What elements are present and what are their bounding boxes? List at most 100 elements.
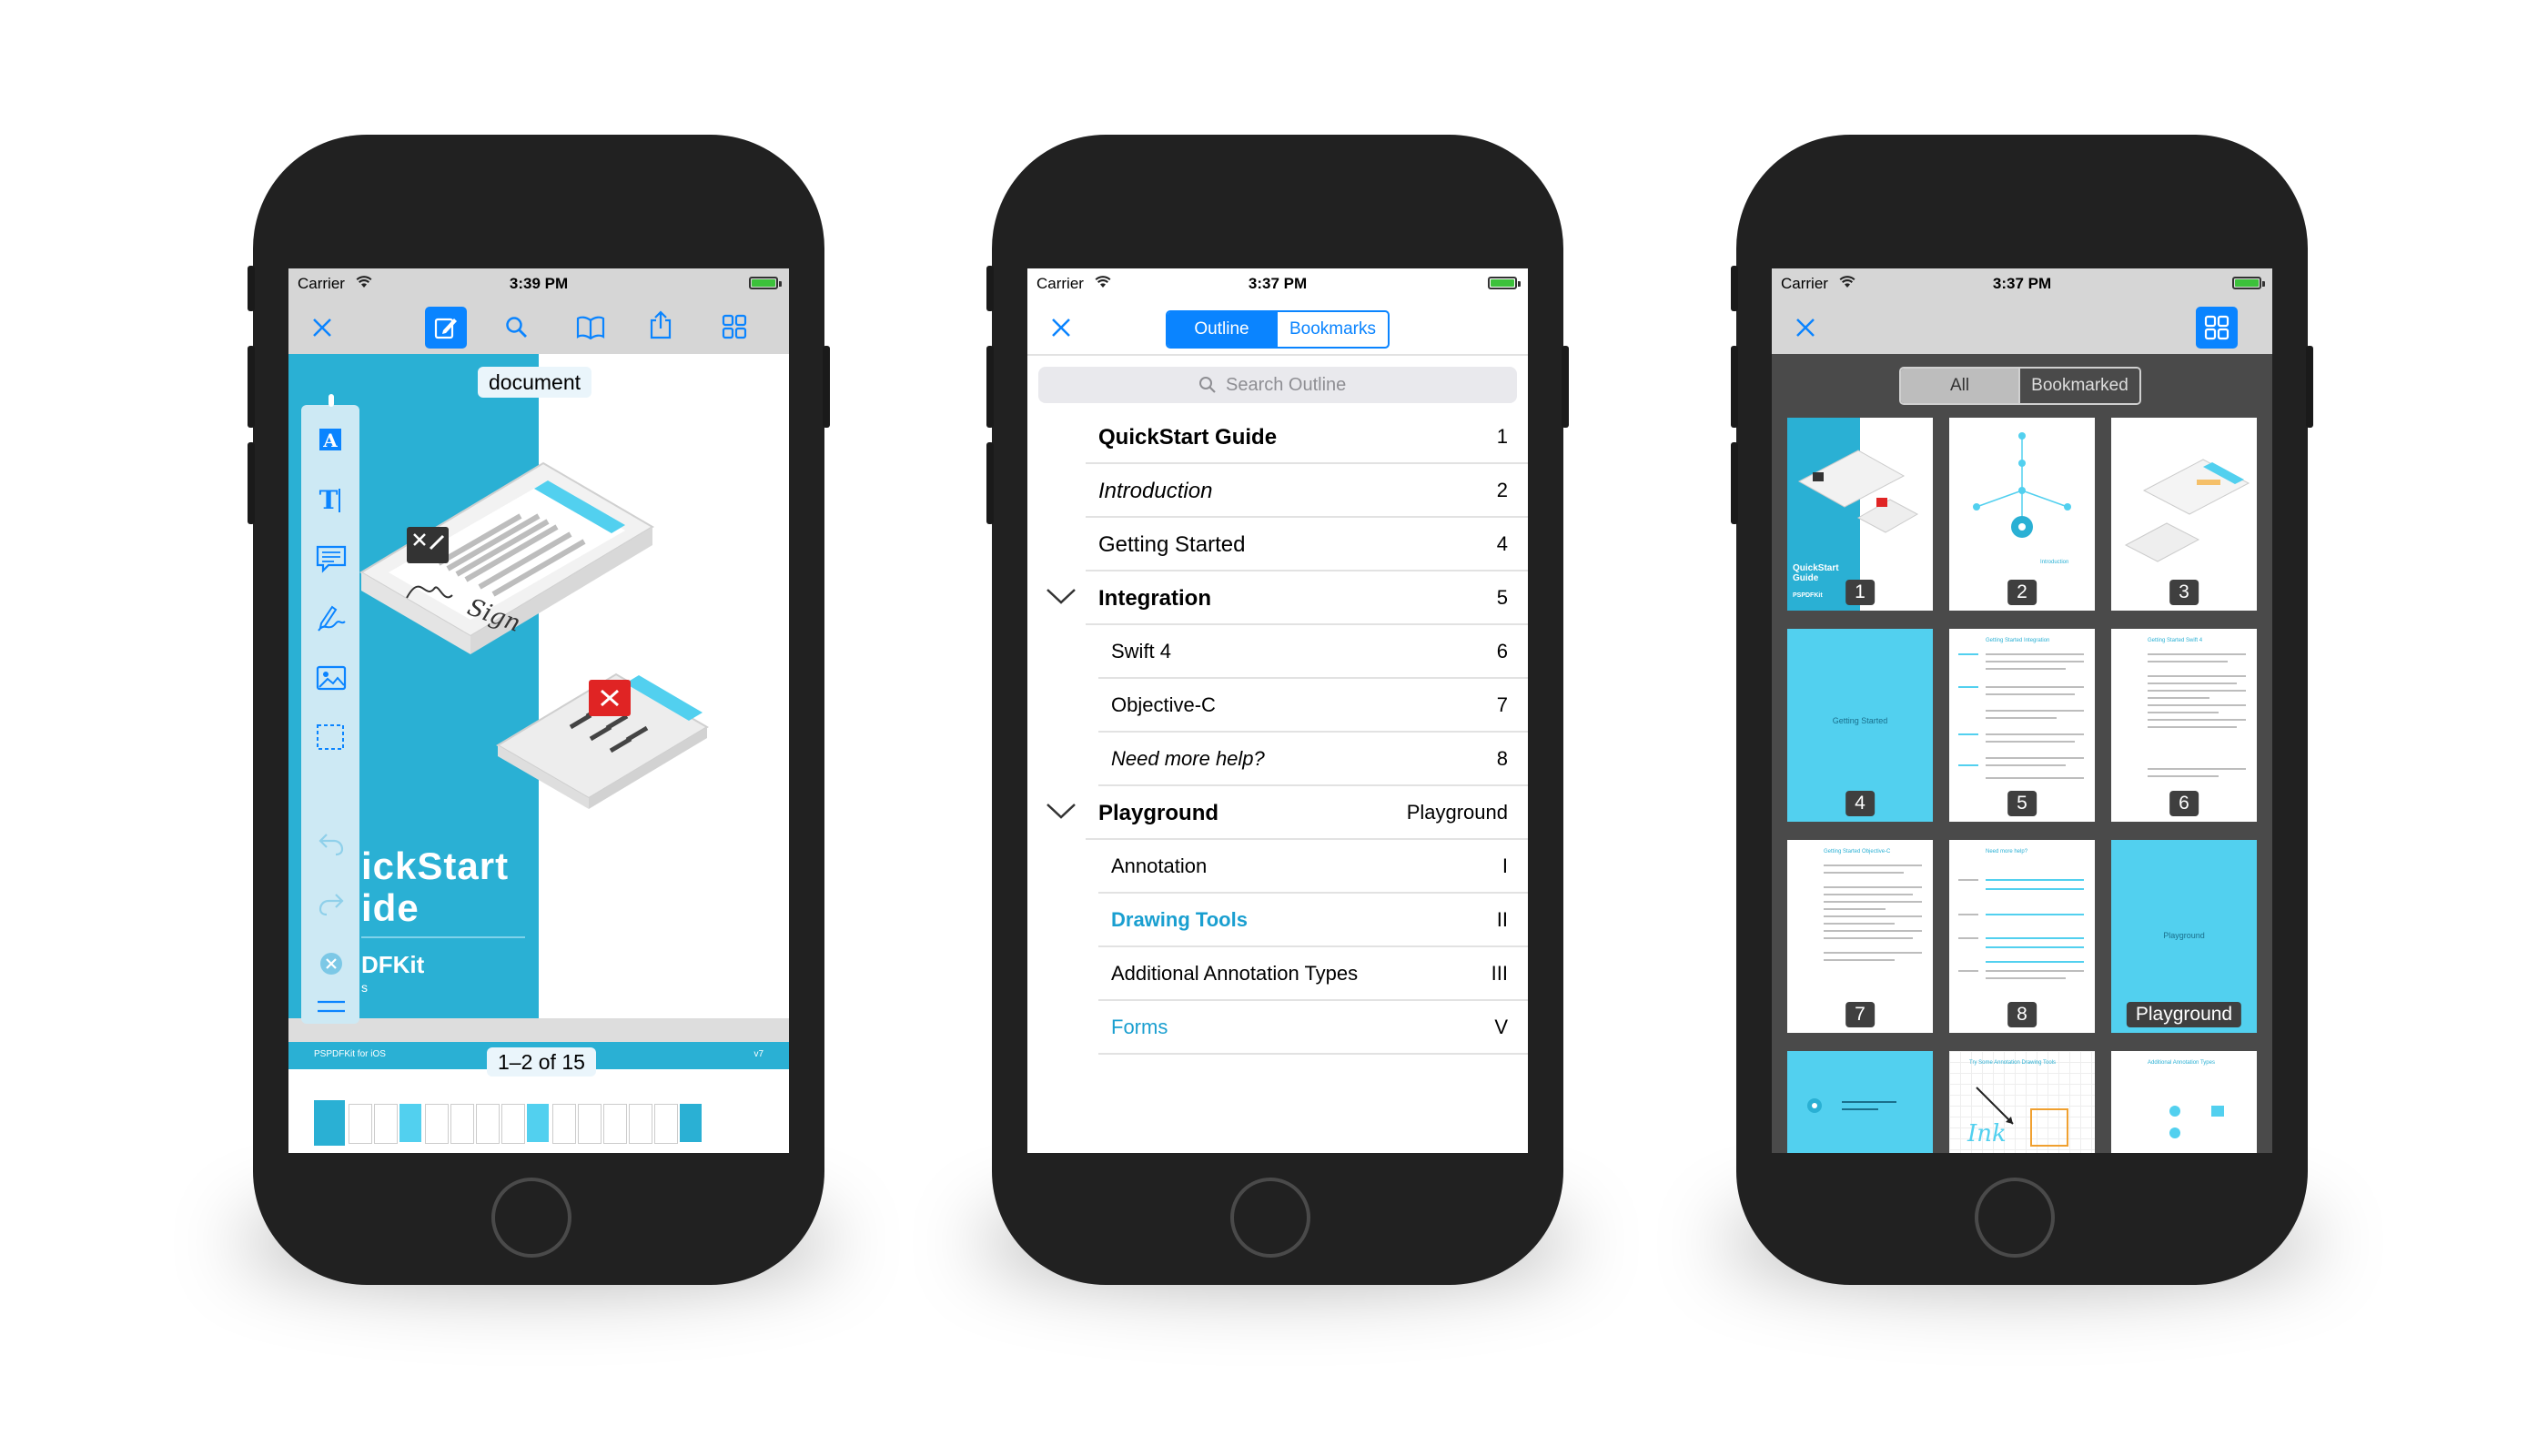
redo-icon[interactable] (318, 893, 345, 916)
free-text-icon[interactable]: T (318, 485, 345, 516)
strip-page[interactable] (399, 1104, 421, 1142)
cover-title-line-1: ickStart (361, 844, 510, 887)
thumb-page-heading: Try Some Annotation Drawing Tools (1969, 1060, 2057, 1066)
outline-row-additional-types[interactable]: Additional Annotation Types III (1098, 947, 1528, 1001)
strip-page[interactable] (527, 1104, 549, 1142)
outline-row-drawing-tools[interactable]: Drawing Tools II (1098, 894, 1528, 947)
cover-illustration: Sign (359, 461, 709, 809)
outline-row-introduction[interactable]: Introduction 2 (1086, 464, 1528, 518)
document-page[interactable]: Sign ickStart ide DFKit s document A T (288, 354, 789, 1024)
strip-page[interactable] (374, 1104, 398, 1144)
tab-bookmarked[interactable]: Bookmarked (2018, 369, 2139, 403)
scrubber-brand: PSPDFKit for iOS (314, 1049, 386, 1059)
annotate-button[interactable] (425, 307, 467, 349)
document-label: document (478, 367, 592, 398)
strip-page[interactable] (629, 1104, 652, 1144)
outline-page: 6 (1496, 640, 1508, 662)
home-button[interactable] (1975, 1178, 2055, 1258)
strip-page[interactable] (603, 1104, 627, 1144)
page-thumbnail[interactable]: Additional Annotation Types (2111, 1051, 2257, 1153)
outline-book-icon[interactable] (576, 316, 605, 339)
toolbar-grip[interactable] (329, 394, 334, 407)
page-thumbnail[interactable]: Playground Playground (2111, 840, 2257, 1033)
clear-icon[interactable] (318, 951, 344, 976)
page-thumbnail[interactable]: Getting Started Objective-C 7 (1787, 840, 1933, 1033)
outline-page: 8 (1496, 747, 1508, 770)
outline-row-getting-started[interactable]: Getting Started 4 (1086, 518, 1528, 571)
thumbnails-grid-icon[interactable] (722, 314, 747, 339)
outline-row-swift[interactable]: Swift 4 6 (1098, 625, 1528, 679)
outline-row-need-help[interactable]: Need more help? 8 (1098, 733, 1528, 786)
outline-row-objective-c[interactable]: Objective-C 7 (1098, 679, 1528, 733)
selection-icon[interactable] (316, 723, 345, 751)
strip-page[interactable] (425, 1104, 449, 1144)
page-thumbnail[interactable]: QuickStart Guide PSPDFKit 1 (1787, 418, 1933, 611)
page-thumbnail[interactable] (1787, 1051, 1933, 1153)
volume-up-button (1731, 346, 1738, 428)
thumb-page-heading: Getting Started Swift 4 (2148, 638, 2203, 643)
search-icon (1199, 377, 1216, 393)
strip-page[interactable] (552, 1104, 576, 1144)
thumbnail-strip[interactable] (314, 1100, 778, 1146)
outline-label: Introduction (1098, 479, 1213, 503)
share-icon[interactable] (649, 310, 672, 339)
outline-label: Playground (1098, 801, 1219, 825)
chevron-down-icon[interactable] (1046, 587, 1077, 605)
home-button[interactable] (1230, 1178, 1310, 1258)
annotate-icon (434, 318, 457, 339)
power-button (1562, 346, 1569, 428)
strip-page[interactable] (349, 1104, 372, 1144)
page-thumbnail[interactable]: Getting Started 4 (1787, 629, 1933, 822)
tab-all[interactable]: All (1901, 369, 2018, 403)
screen: Carrier 3:37 PM All Bookmarked QuickStar… (1772, 268, 2272, 1153)
image-icon[interactable] (316, 665, 347, 693)
home-button[interactable] (491, 1178, 571, 1258)
page-thumbnail[interactable]: Introduction 2 (1949, 418, 2095, 611)
text-lines (1958, 879, 2084, 979)
page-thumbnail[interactable]: Try Some Annotation Drawing Tools Ink (1949, 1051, 2095, 1153)
outline-row-annotation[interactable]: Annotation I (1098, 840, 1528, 894)
outline-page: II (1496, 908, 1508, 931)
phone-2-outline: Carrier 3:37 PM Outline Bookmarks Search… (986, 135, 1569, 1285)
strip-page[interactable] (654, 1104, 678, 1144)
search-icon[interactable] (505, 316, 529, 339)
highlight-text-icon[interactable]: A (318, 427, 345, 454)
page-thumbnail[interactable]: Need more help? 8 (1949, 840, 2095, 1033)
strip-page[interactable] (476, 1104, 500, 1144)
outline-row-integration[interactable]: Integration 5 (1086, 571, 1528, 625)
battery-icon (749, 277, 782, 289)
ink-pen-icon[interactable] (316, 603, 347, 634)
power-button (823, 346, 830, 428)
outline-label: Integration (1098, 586, 1211, 611)
thumbnails-grid-button[interactable] (2196, 307, 2238, 349)
outline-row-quickstart[interactable]: QuickStart Guide 1 (1086, 410, 1528, 464)
outline-row-forms[interactable]: Forms V (1098, 1001, 1528, 1055)
close-icon[interactable] (1795, 318, 1815, 338)
page-thumbnail[interactable]: Getting Started Integration 5 (1949, 629, 2095, 822)
tab-outline[interactable]: Outline (1168, 312, 1277, 347)
status-bar: Carrier 3:37 PM (1027, 268, 1528, 299)
thumb-graphic (1807, 1098, 1896, 1113)
outline-row-playground[interactable]: Playground Playground (1086, 786, 1528, 840)
close-icon[interactable] (1051, 318, 1071, 338)
note-icon[interactable] (316, 545, 347, 574)
chevron-down-icon[interactable] (1046, 802, 1077, 820)
thumbnail-scrubber[interactable]: PSPDFKit for iOS v7 1–2 of 15 (288, 1042, 789, 1153)
strip-page[interactable] (501, 1104, 525, 1144)
volume-down-button (986, 442, 994, 524)
search-outline-field[interactable]: Search Outline (1038, 367, 1517, 403)
strip-page[interactable] (314, 1100, 345, 1146)
ink-sample-text: Ink (1967, 1120, 2007, 1148)
collapse-icon[interactable] (316, 998, 347, 1016)
page-number-badge: 7 (1845, 1002, 1875, 1027)
page-thumbnail[interactable]: Getting Started Swift 4 6 (2111, 629, 2257, 822)
page-thumbnail[interactable]: 3 (2111, 418, 2257, 611)
tab-bookmarks[interactable]: Bookmarks (1276, 312, 1388, 347)
strip-page[interactable] (680, 1104, 702, 1142)
thumb-page-heading: Getting Started Objective-C (1824, 849, 1891, 854)
close-icon[interactable] (312, 318, 332, 338)
strip-page[interactable] (578, 1104, 602, 1144)
strip-page[interactable] (450, 1104, 474, 1144)
undo-icon[interactable] (318, 833, 345, 856)
intro-diagram (1973, 432, 2071, 538)
